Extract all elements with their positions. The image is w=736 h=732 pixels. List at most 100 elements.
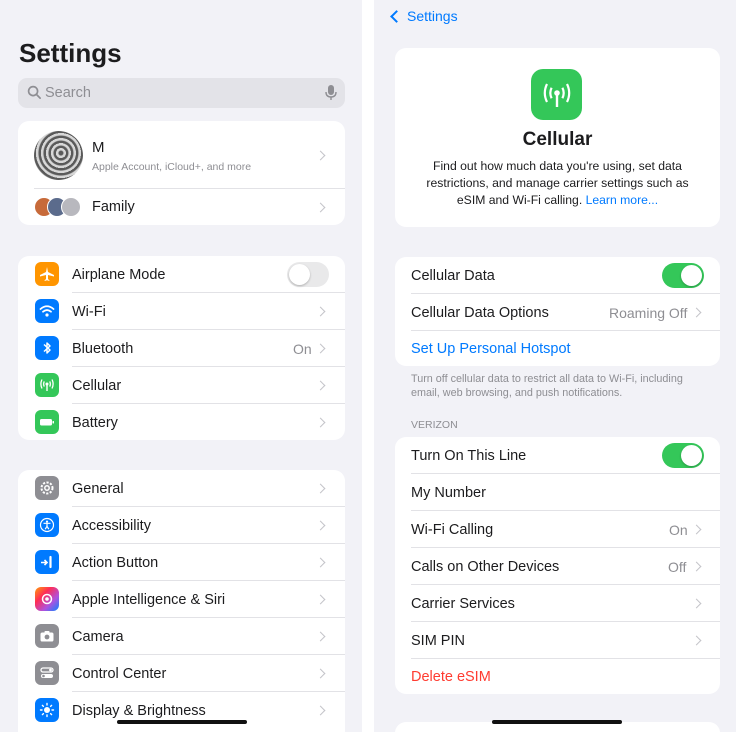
family-label: Family xyxy=(92,199,135,215)
chevron-right-icon xyxy=(691,307,702,318)
carrier-group: Turn On This Line My Number Wi-Fi Callin… xyxy=(395,437,720,694)
search-bar[interactable]: Search xyxy=(18,78,345,108)
chevron-right-icon xyxy=(691,524,702,535)
siri-icon xyxy=(35,587,59,611)
calls-other-devices-row[interactable]: Calls on Other Devices Off xyxy=(395,548,720,584)
turn-on-line-row: Turn On This Line xyxy=(395,437,720,474)
cellular-title: Cellular xyxy=(522,129,593,150)
family-avatars xyxy=(34,197,84,217)
airplane-mode-toggle[interactable] xyxy=(287,262,329,287)
turn-on-line-label: Turn On This Line xyxy=(411,448,527,464)
chevron-right-icon xyxy=(691,635,702,646)
chevron-right-icon xyxy=(315,520,326,531)
chevron-right-icon xyxy=(315,483,326,494)
delete-esim-button[interactable]: Delete eSIM xyxy=(411,669,491,685)
account-subtitle: Apple Account, iCloud+, and more xyxy=(92,161,252,173)
home-indicator[interactable] xyxy=(117,720,247,724)
roaming-value: Roaming Off xyxy=(609,305,688,321)
chevron-right-icon xyxy=(315,202,326,213)
personal-hotspot-row[interactable]: Set Up Personal Hotspot xyxy=(395,331,720,366)
battery-label: Battery xyxy=(72,415,118,431)
battery-icon xyxy=(35,410,59,434)
gear-icon xyxy=(35,476,59,500)
cellular-data-options-row[interactable]: Cellular Data Options Roaming Off xyxy=(395,294,720,330)
chevron-right-icon xyxy=(315,631,326,642)
carrier-services-label: Carrier Services xyxy=(411,596,515,612)
accessibility-label: Accessibility xyxy=(72,518,151,534)
microphone-icon[interactable] xyxy=(325,84,337,107)
camera-label: Camera xyxy=(72,629,124,645)
back-label: Settings xyxy=(407,8,458,24)
my-number-row[interactable]: My Number xyxy=(395,474,720,510)
wifi-calling-value: On xyxy=(669,522,688,538)
cellular-data-group: Cellular Data Cellular Data Options Roam… xyxy=(395,257,720,366)
airplane-mode-label: Airplane Mode xyxy=(72,267,166,283)
calls-other-devices-label: Calls on Other Devices xyxy=(411,559,560,575)
chevron-right-icon xyxy=(315,150,326,161)
chevron-right-icon xyxy=(315,306,326,317)
delete-esim-row[interactable]: Delete eSIM xyxy=(395,659,720,694)
personal-hotspot-link[interactable]: Set Up Personal Hotspot xyxy=(411,341,571,357)
search-icon xyxy=(27,85,42,105)
chevron-left-icon xyxy=(390,9,403,23)
wifi-row[interactable]: Wi-Fi xyxy=(18,293,345,330)
cellular-icon xyxy=(531,69,582,120)
search-input[interactable]: Search xyxy=(45,85,91,101)
cellular-data-footer: Turn off cellular data to restrict all d… xyxy=(411,373,683,399)
accessibility-icon xyxy=(35,513,59,537)
apple-intelligence-siri-label: Apple Intelligence & Siri xyxy=(72,592,226,608)
carrier-section-header: VERIZON xyxy=(411,419,458,431)
cellular-data-row: Cellular Data xyxy=(395,257,720,294)
avatar xyxy=(34,131,83,180)
camera-icon xyxy=(35,624,59,648)
control-center-row[interactable]: Control Center xyxy=(18,655,345,692)
battery-row[interactable]: Battery xyxy=(18,404,345,440)
action-button-icon xyxy=(35,550,59,574)
chevron-right-icon xyxy=(691,598,702,609)
cellular-panel: Settings Cellular Find out how much data… xyxy=(374,0,736,732)
chevron-right-icon xyxy=(315,417,326,428)
general-row[interactable]: General xyxy=(18,470,345,507)
home-indicator[interactable] xyxy=(492,720,622,724)
bluetooth-icon xyxy=(35,336,59,360)
settings-panel: Settings Search M Apple Account, iCloud+… xyxy=(0,0,362,732)
cellular-header-card: Cellular Find out how much data you're u… xyxy=(395,48,720,227)
general-label: General xyxy=(72,481,124,497)
wifi-calling-row[interactable]: Wi-Fi Calling On xyxy=(395,511,720,547)
page-title: Settings xyxy=(19,38,122,68)
cellular-row[interactable]: Cellular xyxy=(18,367,345,404)
turn-on-line-toggle[interactable] xyxy=(662,443,704,468)
apple-intelligence-siri-row[interactable]: Apple Intelligence & Siri xyxy=(18,581,345,618)
bluetooth-row[interactable]: Bluetooth On xyxy=(18,330,345,367)
account-name: M xyxy=(92,139,105,156)
chevron-right-icon xyxy=(691,561,702,572)
cellular-data-toggle[interactable] xyxy=(662,263,704,288)
calls-other-devices-value: Off xyxy=(668,559,687,575)
camera-row[interactable]: Camera xyxy=(18,618,345,655)
chevron-right-icon xyxy=(315,557,326,568)
chevron-right-icon xyxy=(315,594,326,605)
chevron-right-icon xyxy=(315,343,326,354)
brightness-icon xyxy=(35,698,59,722)
action-button-row[interactable]: Action Button xyxy=(18,544,345,581)
bluetooth-label: Bluetooth xyxy=(72,341,134,357)
wifi-icon xyxy=(35,299,59,323)
bluetooth-value: On xyxy=(293,341,312,357)
chevron-right-icon xyxy=(315,668,326,679)
airplane-mode-row[interactable]: Airplane Mode xyxy=(18,256,345,293)
action-button-label: Action Button xyxy=(72,555,159,571)
account-row[interactable]: M Apple Account, iCloud+, and more xyxy=(18,121,345,188)
carrier-services-row[interactable]: Carrier Services xyxy=(395,585,720,621)
sim-pin-row[interactable]: SIM PIN xyxy=(395,622,720,658)
cellular-data-options-label: Cellular Data Options xyxy=(411,305,549,321)
learn-more-link[interactable]: Learn more... xyxy=(586,193,658,207)
control-center-label: Control Center xyxy=(72,666,167,682)
sim-pin-label: SIM PIN xyxy=(411,633,465,649)
cellular-label: Cellular xyxy=(72,378,122,394)
back-button[interactable]: Settings xyxy=(388,6,458,26)
accessibility-row[interactable]: Accessibility xyxy=(18,507,345,544)
general-group: General Accessibility Action Button Appl… xyxy=(18,470,345,732)
family-row[interactable]: Family xyxy=(18,189,345,225)
wifi-calling-label: Wi-Fi Calling xyxy=(411,522,494,538)
airplane-icon xyxy=(35,262,59,286)
